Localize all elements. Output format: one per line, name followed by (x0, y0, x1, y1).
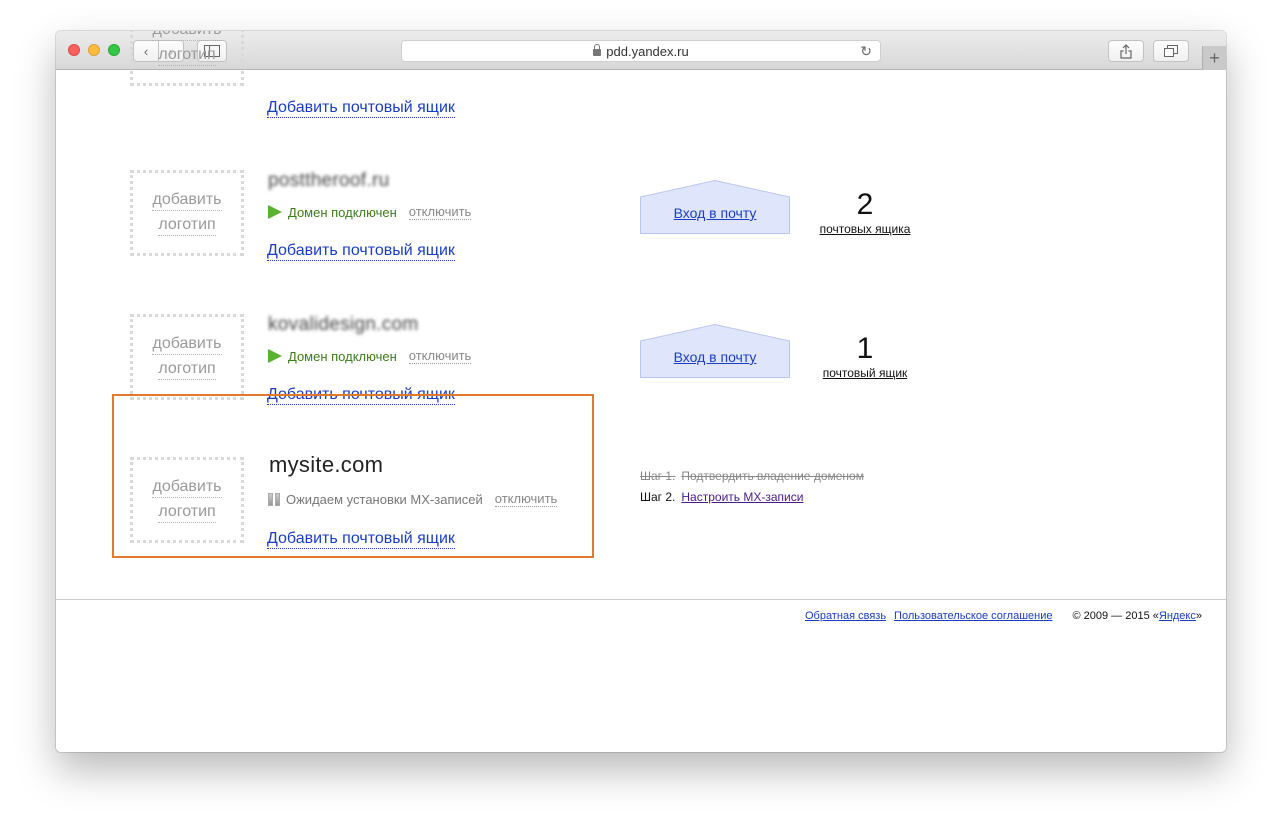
lock-icon (593, 43, 602, 56)
share-button[interactable] (1108, 40, 1144, 62)
tab-overview-button[interactable] (1153, 40, 1189, 62)
mailbox-count-label[interactable]: почтовых ящика (810, 222, 920, 236)
mailbox-count: 1 почтовый ящик (810, 332, 920, 380)
page-content: добавить логотип Добавить почтовый ящик … (56, 31, 1226, 752)
close-window-button[interactable] (68, 44, 80, 56)
logo-placeholder-line2: логотип (158, 215, 216, 236)
logo-placeholder[interactable]: добавить логотип (130, 457, 244, 543)
new-tab-button[interactable]: + (1202, 46, 1226, 70)
disable-link[interactable]: отключить (494, 491, 558, 507)
connected-icon (268, 205, 282, 219)
logo-placeholder-line1: добавить (152, 31, 222, 41)
domain-name: posttheroof.ru (268, 170, 390, 191)
mailbox-count: 2 почтовых ящика (810, 188, 920, 236)
add-mailbox-link[interactable]: Добавить почтовый ящик (267, 241, 455, 261)
logo-placeholder-line1: добавить (152, 477, 222, 498)
footer: Обратная связь Пользовательское соглашен… (805, 610, 1202, 622)
setup-mx-link[interactable]: Настроить MX-записи (681, 490, 803, 504)
footer-divider (56, 599, 1226, 600)
feedback-link[interactable]: Обратная связь (805, 610, 886, 622)
disable-link[interactable]: отключить (408, 204, 472, 220)
mailbox-count-label[interactable]: почтовый ящик (810, 366, 920, 380)
pending-icon (268, 492, 280, 506)
logo-placeholder[interactable]: добавить логотип (130, 314, 244, 400)
step-2-label: Шаг 2. (640, 490, 676, 504)
logo-placeholder[interactable]: добавить логотип (130, 31, 244, 86)
logo-placeholder-line2: логотип (158, 359, 216, 380)
mail-login-label: Вход в почту (673, 205, 757, 221)
minimize-window-button[interactable] (88, 44, 100, 56)
add-mailbox-link[interactable]: Добавить почтовый ящик (267, 529, 455, 549)
domain-status: Домен подключен отключить (268, 348, 472, 364)
logo-placeholder-line1: добавить (152, 190, 222, 211)
mail-login-button[interactable]: Вход в почту (640, 180, 790, 234)
copyright: © 2009 — 2015 «Яндекс» (1072, 610, 1202, 622)
browser-window: ‹ › pdd.yandex.ru ↻ + добавить логотип Д… (56, 31, 1226, 752)
reload-icon[interactable]: ↻ (860, 43, 872, 60)
mailbox-count-number: 1 (856, 332, 874, 365)
add-mailbox-link[interactable]: Добавить почтовый ящик (267, 98, 455, 118)
share-icon (1120, 43, 1132, 59)
status-text: Ожидаем установки MX-записей (286, 491, 483, 507)
address-bar[interactable]: pdd.yandex.ru ↻ (401, 40, 881, 62)
mailbox-count-number: 2 (856, 188, 874, 221)
yandex-link[interactable]: Яндекс (1159, 610, 1196, 622)
tabs-icon (1164, 45, 1178, 57)
address-url: pdd.yandex.ru (606, 43, 689, 59)
agreement-link[interactable]: Пользовательское соглашение (894, 610, 1052, 622)
plus-icon: + (1209, 47, 1220, 68)
logo-placeholder[interactable]: добавить логотип (130, 170, 244, 256)
mail-login-button[interactable]: Вход в почту (640, 324, 790, 378)
domain-status: Ожидаем установки MX-записей отключить (268, 491, 558, 507)
disable-link[interactable]: отключить (408, 348, 472, 364)
mail-login-label: Вход в почту (673, 349, 757, 365)
status-text: Домен подключен (288, 348, 397, 364)
step-1-label: Шаг 1. (640, 469, 676, 483)
copyright-prefix: © 2009 — 2015 « (1072, 610, 1159, 622)
step-1-text: Подтвердить владение доменом (681, 469, 864, 483)
domain-status: Домен подключен отключить (268, 204, 472, 220)
logo-placeholder-line1: добавить (152, 334, 222, 355)
zoom-window-button[interactable] (108, 44, 120, 56)
copyright-suffix: » (1195, 610, 1202, 622)
logo-placeholder-line2: логотип (158, 502, 216, 523)
step-1: Шаг 1. Подтвердить владение доменом (640, 469, 864, 483)
logo-placeholder-line2: логотип (158, 45, 216, 66)
domain-name: mysite.com (269, 452, 384, 477)
connected-icon (268, 349, 282, 363)
status-text: Домен подключен (288, 204, 397, 220)
domain-name: kovalidesign.com (268, 314, 419, 335)
step-2: Шаг 2. Настроить MX-записи (640, 490, 803, 504)
